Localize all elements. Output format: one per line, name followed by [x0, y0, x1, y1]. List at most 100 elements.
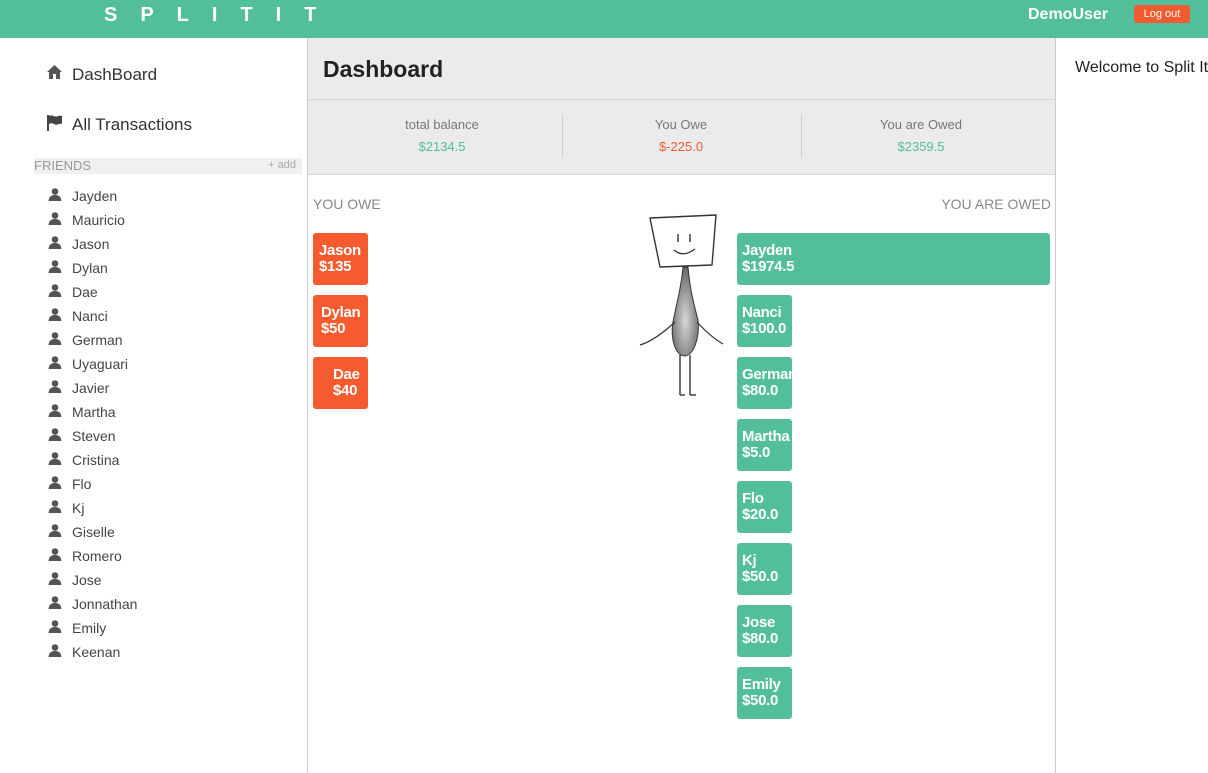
friend-name: German	[72, 332, 123, 348]
friend-item[interactable]: Kj	[48, 496, 137, 520]
owed-card[interactable]: Martha $5.0	[737, 419, 792, 471]
friend-name: Dae	[72, 284, 98, 300]
owed-name: German	[742, 366, 792, 383]
user-icon	[48, 403, 62, 422]
owed-amount: $20.0	[742, 506, 779, 523]
brand-logo[interactable]: SPLITIT	[104, 4, 339, 27]
owe-amount: $40	[333, 382, 358, 399]
friends-title: FRIENDS	[34, 158, 92, 173]
user-icon	[48, 187, 62, 206]
friend-name: Martha	[72, 404, 116, 420]
owed-card[interactable]: German $80.0	[737, 357, 792, 409]
owed-amount: $5.0	[742, 444, 770, 461]
user-icon	[48, 355, 62, 374]
owed-name: Martha	[742, 428, 790, 445]
friend-item[interactable]: Jonnathan	[48, 592, 137, 616]
owed-card[interactable]: Jose $80.0	[737, 605, 792, 657]
user-icon	[48, 427, 62, 446]
friend-item[interactable]: Romero	[48, 544, 137, 568]
welcome-message: Welcome to Split It	[1075, 59, 1208, 76]
friend-item[interactable]: Emily	[48, 616, 137, 640]
stick-figure-illustration	[639, 214, 724, 396]
balance-summary: total balance $2134.5 You Owe $-225.0 Yo…	[308, 100, 1055, 175]
friend-item[interactable]: Jason	[48, 232, 137, 256]
dashboard-main: Dashboard total balance $2134.5 You Owe …	[307, 38, 1056, 773]
friend-name: Steven	[72, 428, 116, 444]
owe-card[interactable]: Dylan $50	[313, 295, 368, 347]
owed-card[interactable]: Jayden $1974.5	[737, 233, 1050, 285]
user-icon	[48, 595, 62, 614]
friend-item[interactable]: Martha	[48, 400, 137, 424]
friend-name: Kj	[72, 500, 85, 516]
user-icon	[48, 547, 62, 566]
friend-name: Dylan	[72, 260, 108, 276]
stat-value: $2134.5	[418, 139, 466, 154]
top-bar: SPLITIT DemoUser Log out	[0, 0, 1208, 38]
owe-card[interactable]: Dae $40	[313, 357, 368, 409]
nav-all-transactions[interactable]: All Transactions	[46, 114, 192, 136]
owed-card[interactable]: Flo $20.0	[737, 481, 792, 533]
stat-you-are-owed: You are Owed $2359.5	[801, 100, 1041, 174]
add-friend-button[interactable]: + add	[268, 159, 296, 171]
owed-card[interactable]: Nanci $100.0	[737, 295, 792, 347]
username-link[interactable]: DemoUser	[1028, 6, 1108, 24]
you-are-owed-title: YOU ARE OWED	[941, 196, 1051, 212]
user-icon	[48, 499, 62, 518]
friend-item[interactable]: German	[48, 328, 137, 352]
friend-item[interactable]: Mauricio	[48, 208, 137, 232]
owed-amount: $50.0	[742, 692, 779, 709]
flag-icon	[46, 114, 63, 136]
friend-item[interactable]: Javier	[48, 376, 137, 400]
owed-name: Flo	[742, 490, 764, 507]
friend-item[interactable]: Nanci	[48, 304, 137, 328]
stat-label: You are Owed	[880, 117, 962, 132]
user-icon	[48, 211, 62, 230]
owed-name: Kj	[742, 552, 757, 569]
friend-item[interactable]: Cristina	[48, 448, 137, 472]
user-icon	[48, 307, 62, 326]
friend-name: Javier	[72, 380, 110, 396]
friend-item[interactable]: Uyaguari	[48, 352, 137, 376]
stat-value: $-225.0	[658, 139, 704, 154]
friend-item[interactable]: Keenan	[48, 640, 137, 664]
friends-header: FRIENDS + add	[34, 158, 302, 174]
owed-amount: $80.0	[742, 382, 779, 399]
friend-item[interactable]: Jose	[48, 568, 137, 592]
nav-dashboard[interactable]: DashBoard	[46, 64, 157, 85]
owe-card[interactable]: Jason $135	[313, 233, 368, 285]
owed-amount: $80.0	[742, 630, 779, 647]
stat-total-balance: total balance $2134.5	[322, 100, 562, 174]
friend-name: Emily	[72, 620, 107, 636]
user-icon	[48, 523, 62, 542]
friend-name: Flo	[72, 476, 92, 492]
stat-label: You Owe	[654, 117, 708, 132]
sidebar: DashBoard All Transactions FRIENDS + add…	[0, 38, 307, 773]
owe-name: Dae	[333, 366, 360, 383]
friend-name: Keenan	[72, 644, 121, 660]
friend-item[interactable]: Dae	[48, 280, 137, 304]
owe-name: Jason	[319, 242, 361, 259]
owe-amount: $135	[319, 258, 352, 275]
home-icon	[46, 64, 63, 85]
user-icon	[48, 283, 62, 302]
friend-item[interactable]: Steven	[48, 424, 137, 448]
friend-item[interactable]: Giselle	[48, 520, 137, 544]
owed-card[interactable]: Kj $50.0	[737, 543, 792, 595]
nav-all-transactions-label: All Transactions	[72, 115, 192, 134]
main-header: Dashboard	[308, 38, 1055, 100]
you-owe-title: YOU OWE	[313, 196, 381, 212]
logout-button[interactable]: Log out	[1134, 5, 1190, 23]
stat-value: $2359.5	[897, 139, 945, 154]
friend-item[interactable]: Jayden	[48, 184, 137, 208]
friend-name: Giselle	[72, 524, 115, 540]
friend-item[interactable]: Dylan	[48, 256, 137, 280]
friend-name: Jose	[72, 572, 102, 588]
owe-amount: $50	[321, 320, 346, 337]
owed-card[interactable]: Emily $50.0	[737, 667, 792, 719]
user-icon	[48, 331, 62, 350]
user-icon	[48, 571, 62, 590]
friend-item[interactable]: Flo	[48, 472, 137, 496]
stat-you-owe: You Owe $-225.0	[561, 100, 801, 174]
friend-name: Jonnathan	[72, 596, 138, 612]
user-icon	[48, 379, 62, 398]
